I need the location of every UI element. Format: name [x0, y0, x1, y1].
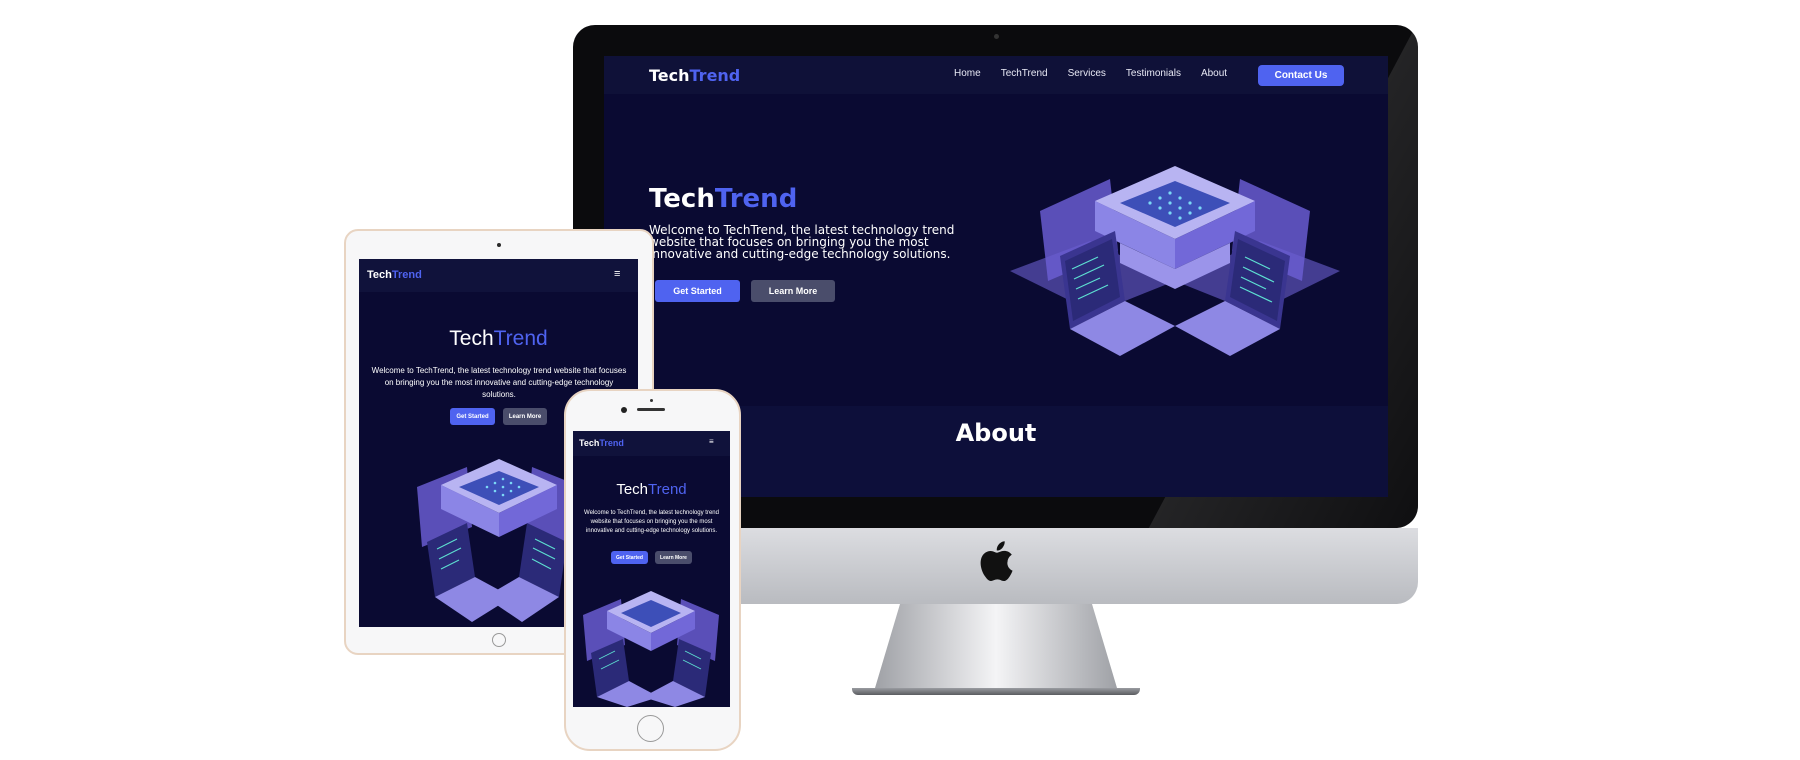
hero-title-main: Tech — [649, 184, 715, 214]
brand-accent-text: Trend — [599, 438, 624, 448]
phone-screen: TechTrend ≡ TechTrend Welcome to TechTre… — [573, 431, 730, 707]
phone-home-button-icon — [637, 715, 664, 742]
contact-us-button[interactable]: Contact Us — [1258, 65, 1344, 86]
brand-main-text: Tech — [649, 66, 690, 85]
tablet-navbar: TechTrend ≡ — [359, 259, 638, 292]
phone-illustration — [583, 591, 719, 707]
tablet-camera-icon — [497, 243, 501, 247]
nav-links: Home TechTrend Services Testimonials Abo… — [954, 68, 1247, 79]
tablet-get-started-button[interactable]: Get Started — [450, 408, 495, 425]
tablet-hero-title: TechTrend — [359, 327, 638, 351]
learn-more-button[interactable]: Learn More — [751, 280, 835, 302]
brand-main-text: Tech — [579, 438, 600, 448]
hero-title-accent: Trend — [648, 481, 687, 498]
camera-icon — [994, 34, 999, 39]
phone-logo[interactable]: TechTrend — [579, 438, 624, 448]
brand-accent-text: Trend — [689, 66, 741, 85]
tablet-learn-more-button[interactable]: Learn More — [503, 408, 547, 425]
hero-title-main: Tech — [449, 327, 494, 350]
monitor-foot — [852, 688, 1140, 695]
phone-camera-icon — [621, 407, 627, 413]
apple-logo-icon — [980, 541, 1013, 582]
phone-learn-more-button[interactable]: Learn More — [655, 551, 692, 564]
nav-link-techtrend[interactable]: TechTrend — [1001, 68, 1048, 79]
nav-link-services[interactable]: Services — [1068, 68, 1106, 79]
hamburger-menu-icon[interactable]: ≡ — [709, 437, 714, 446]
nav-link-about[interactable]: About — [1201, 68, 1227, 79]
hamburger-menu-icon[interactable]: ≡ — [614, 268, 620, 280]
brand-main-text: Tech — [367, 269, 392, 281]
tablet-logo[interactable]: TechTrend — [367, 269, 422, 281]
hero-title-main: Tech — [616, 481, 649, 498]
phone-speaker — [637, 408, 665, 411]
hero-title-accent: Trend — [714, 184, 798, 214]
get-started-button[interactable]: Get Started — [655, 280, 740, 302]
nav-link-home[interactable]: Home — [954, 68, 981, 79]
hero-title-accent: Trend — [493, 327, 548, 350]
nav-link-testimonials[interactable]: Testimonials — [1126, 68, 1181, 79]
brand-accent-text: Trend — [391, 269, 422, 281]
hero-title: TechTrend — [649, 184, 797, 214]
site-logo[interactable]: TechTrend — [649, 66, 740, 85]
phone-sensor-icon — [650, 399, 653, 402]
desktop-navbar: TechTrend Home TechTrend Services Testim… — [604, 56, 1388, 94]
phone-get-started-button[interactable]: Get Started — [611, 551, 648, 564]
monitor-stand — [875, 604, 1117, 688]
phone-hero-title: TechTrend — [573, 481, 730, 498]
hero-description: Welcome to TechTrend, the latest technol… — [649, 223, 955, 261]
tablet-home-button-icon — [492, 633, 506, 647]
phone-hero-description: Welcome to TechTrend, the latest technol… — [584, 510, 719, 534]
server-laptops-illustration — [1010, 166, 1340, 356]
phone-navbar: TechTrend ≡ — [573, 431, 730, 456]
